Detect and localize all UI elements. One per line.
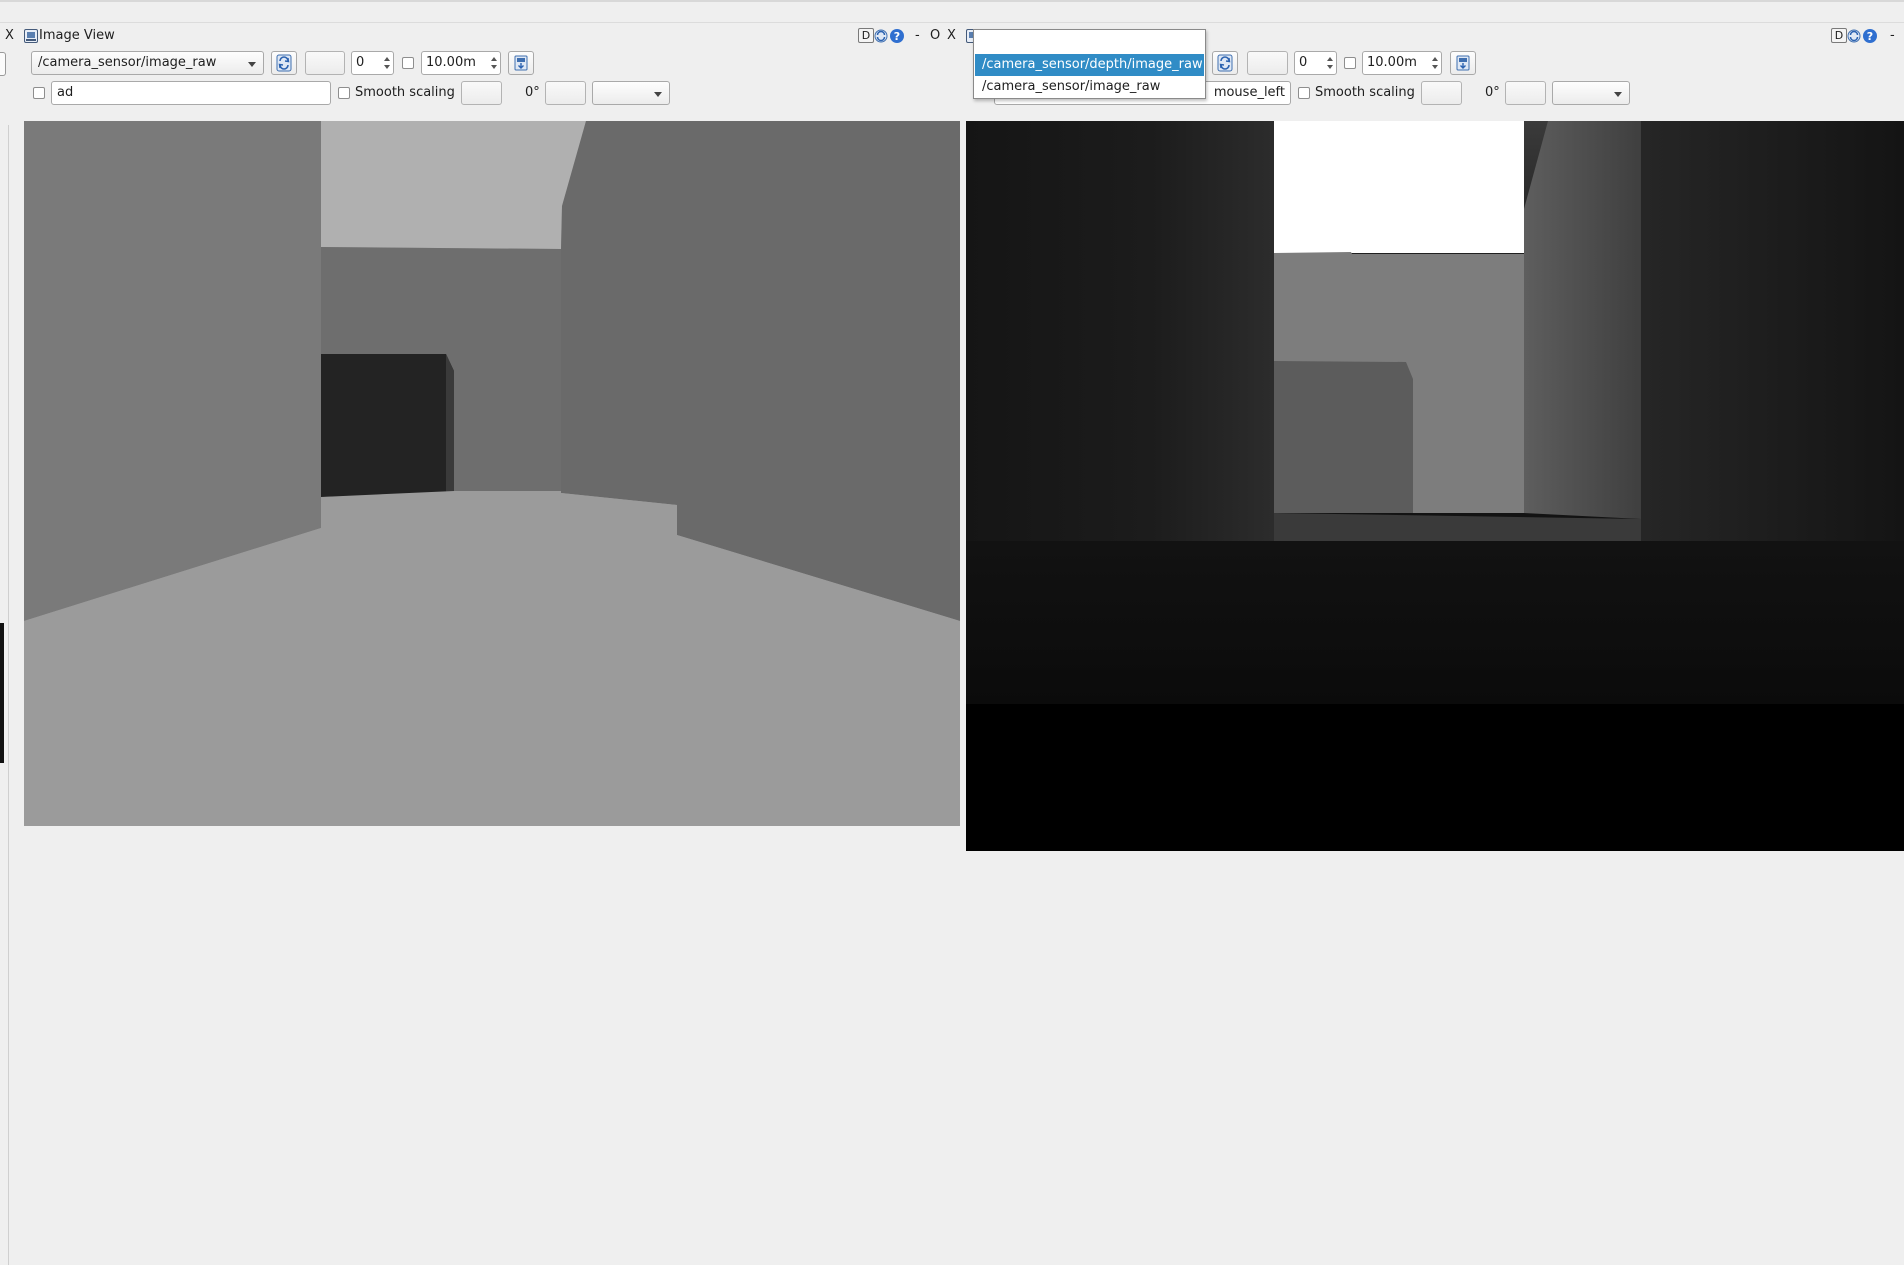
left-topic-value: /camera_sensor/image_raw (38, 55, 217, 70)
right-mouse-topic-value: mouse_left (1213, 85, 1285, 100)
left-smooth-label: Smooth scaling (355, 85, 455, 100)
refresh-icon (1217, 54, 1233, 72)
left-dock-button[interactable]: D (858, 28, 874, 43)
left-mouse-topic-field[interactable]: ad (51, 81, 331, 105)
left-panel-title: Image View (39, 28, 115, 43)
svg-text:?: ? (1867, 30, 1873, 43)
spin-down-icon (491, 65, 497, 69)
left-max-range-spinbox[interactable]: 10.00m (421, 51, 501, 75)
left-blank-button-1[interactable] (305, 51, 345, 75)
left-spin-value: 0 (356, 55, 365, 70)
right-rotate-left-button[interactable] (1421, 81, 1462, 105)
right-max-range-spinbox[interactable]: 10.00m (1362, 51, 1442, 75)
right-minimize-control[interactable]: - (915, 28, 920, 44)
spin-up-icon (491, 57, 497, 61)
right-save-button[interactable] (1450, 51, 1476, 75)
right-help-icon[interactable]: ? (1862, 28, 1877, 43)
left-mouse-topic-value: ad (57, 85, 74, 100)
right-depth-image[interactable] (966, 121, 1904, 851)
left-rotate-left-button[interactable] (461, 81, 502, 105)
spin-up-icon (1327, 57, 1333, 61)
left-color-scheme-combo[interactable] (592, 81, 670, 105)
right-smooth-label: Smooth scaling (1315, 85, 1415, 100)
left-close-button[interactable]: X (5, 28, 14, 44)
right-color-scheme-combo[interactable] (1552, 81, 1630, 105)
left-max-range-value: 10.00m (426, 55, 476, 70)
left-rotation-label: 0° (525, 85, 540, 100)
spin-up-icon (384, 57, 390, 61)
left-refresh-button[interactable] (271, 51, 297, 75)
right-dock-button[interactable]: D (1831, 28, 1847, 43)
left-splitter[interactable] (8, 125, 9, 1265)
right-refresh-button[interactable] (1212, 51, 1238, 75)
refresh-icon (276, 54, 292, 72)
spin-down-icon (1327, 65, 1333, 69)
left-dock-handle[interactable] (0, 623, 4, 763)
top-strip (0, 0, 1904, 2)
left-mouse-checkbox[interactable] (33, 87, 45, 99)
right-spin-value: 0 (1299, 55, 1308, 70)
save-image-icon (1456, 55, 1470, 71)
dropdown-option-depth-image-raw[interactable]: /camera_sensor/depth/image_raw (975, 54, 1204, 76)
left-reload-icon[interactable] (873, 28, 888, 43)
right-rotate-right-button[interactable] (1505, 81, 1546, 105)
left-range-checkbox[interactable] (402, 57, 414, 69)
topic-dropdown-popup[interactable]: /camera_sensor/depth/image_raw /camera_s… (973, 29, 1206, 99)
right-range-checkbox[interactable] (1344, 57, 1356, 69)
left-help-icon[interactable]: ? (889, 28, 904, 43)
right-max-range-value: 10.00m (1367, 55, 1417, 70)
spin-up-icon (1432, 57, 1438, 61)
chevron-down-icon (654, 92, 662, 97)
right-close-control[interactable]: X (947, 28, 956, 44)
left-save-button[interactable] (508, 51, 534, 75)
title-divider (0, 22, 1904, 23)
spin-down-icon (384, 65, 390, 69)
left-camera-image[interactable] (24, 121, 960, 826)
left-topic-combo[interactable]: /camera_sensor/image_raw (31, 51, 264, 75)
chevron-down-icon (248, 62, 256, 67)
save-image-icon (514, 55, 528, 71)
right-rotation-label: 0° (1485, 85, 1500, 100)
chevron-down-icon (1614, 92, 1622, 97)
left-stub-combo[interactable] (0, 52, 6, 76)
dropdown-header-area (974, 30, 1205, 53)
dropdown-option-image-raw[interactable]: /camera_sensor/image_raw (975, 76, 1204, 98)
spin-down-icon (1432, 65, 1438, 69)
svg-text:?: ? (894, 30, 900, 43)
left-rotate-right-button[interactable] (545, 81, 586, 105)
right-edge-minimize[interactable]: - (1890, 28, 1895, 44)
right-smooth-checkbox[interactable] (1298, 87, 1310, 99)
right-value-spinbox[interactable]: 0 (1294, 51, 1337, 75)
right-restore-control[interactable]: O (930, 28, 940, 44)
right-reload-icon[interactable] (1846, 28, 1861, 43)
image-view-window-icon (24, 29, 38, 43)
left-value-spinbox[interactable]: 0 (351, 51, 394, 75)
right-blank-button-1[interactable] (1247, 51, 1288, 75)
left-smooth-checkbox[interactable] (338, 87, 350, 99)
